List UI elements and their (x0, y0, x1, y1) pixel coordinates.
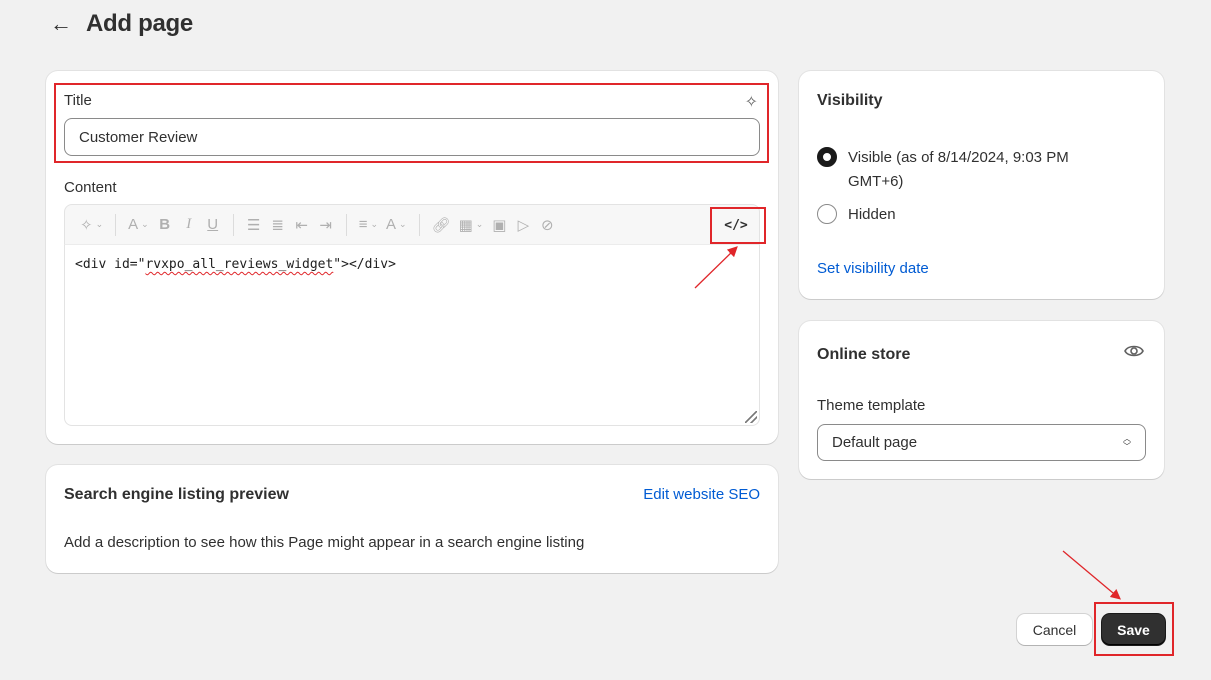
numbered-list-icon[interactable]: ≣ (267, 212, 289, 238)
theme-template-value: Default page (832, 434, 918, 451)
seo-description: Add a description to see how this Page m… (64, 534, 585, 551)
eye-icon[interactable] (1124, 343, 1144, 359)
online-store-heading: Online store (817, 346, 911, 363)
toolbar-divider (115, 213, 117, 236)
text-color-icon[interactable]: A ⌄ (125, 212, 152, 238)
visibility-card: Visibility Visible (as of 8/14/2024, 9:0… (799, 71, 1164, 299)
sparkle-icon[interactable]: ✧ ⌄ (77, 212, 106, 238)
radio-button[interactable] (817, 204, 837, 224)
video-icon[interactable]: ▷ (512, 212, 534, 238)
arrow-left-icon[interactable]: ← (50, 13, 72, 35)
resize-handle[interactable] (745, 411, 757, 423)
page-title: Add page (86, 10, 193, 37)
clear-format-icon[interactable]: ⊘ (536, 212, 558, 238)
title-input-value: Customer Review (79, 128, 198, 146)
sparkle-icon[interactable]: ✧ (745, 92, 758, 112)
toolbar-divider (232, 213, 234, 236)
toolbar-divider (418, 213, 420, 236)
code-icon[interactable]: </> (721, 212, 751, 238)
radio-hidden-label: Hidden (848, 206, 896, 223)
title-input[interactable]: Customer Review (64, 118, 760, 156)
content-label: Content (64, 179, 117, 196)
page-content-card: Title ✧ Customer Review Content ✧ ⌄ A ⌄ B … (46, 71, 778, 444)
image-icon[interactable]: ▣ (488, 212, 510, 238)
visibility-heading: Visibility (817, 92, 883, 109)
link-icon[interactable]: 🔗︎ (429, 212, 454, 238)
spellcheck-underline: rvxpo_all_reviews_widget (145, 257, 334, 272)
html-editor[interactable]: <div id="rvxpo_all_reviews_widget"></div… (64, 244, 760, 426)
theme-template-label: Theme template (817, 397, 926, 414)
arrow-to-save-button (1062, 550, 1121, 600)
radio-visible-label: Visible (as of 8/14/2024, 9:03 PM GMT+6) (848, 149, 1069, 190)
theme-template-select[interactable]: Default page ︿ ﹀ (817, 424, 1146, 461)
edit-seo-link[interactable]: Edit website SEO (643, 486, 760, 503)
outdent-icon[interactable]: ⇤ (291, 212, 313, 238)
seo-heading: Search engine listing preview (64, 486, 289, 503)
radio-button-checked[interactable] (817, 147, 837, 167)
seo-preview-card: Search engine listing preview Edit websi… (46, 465, 778, 573)
align-icon[interactable]: ≡ ⌄ (356, 212, 381, 238)
italic-icon[interactable]: I (178, 212, 200, 238)
title-label: Title (64, 92, 92, 109)
chevron-up-down-icon: ︿ ﹀ (1123, 433, 1131, 451)
editor-toolbar: ✧ ⌄ A ⌄ B I U ☰ ≣ ⇤ ⇥ ≡ ⌄ A ⌄ 🔗︎ ▦ ⌄ ▣ ▷ ⊘ </… (64, 204, 760, 244)
font-color-icon[interactable]: A ⌄ (383, 212, 410, 238)
bullet-list-icon[interactable]: ☰ (243, 212, 265, 238)
set-visibility-date-link[interactable]: Set visibility date (817, 260, 929, 277)
radio-visible[interactable]: Visible (as of 8/14/2024, 9:03 PM GMT+6) (817, 146, 1118, 194)
radio-hidden[interactable]: Hidden (817, 203, 1118, 227)
toolbar-divider (345, 213, 347, 236)
editor-code: <div id="rvxpo_all_reviews_widget"></div… (75, 257, 396, 272)
bold-icon[interactable]: B (154, 212, 176, 238)
save-button[interactable]: Save (1102, 614, 1165, 645)
underline-icon[interactable]: U (202, 212, 224, 238)
indent-icon[interactable]: ⇥ (315, 212, 337, 238)
page-header: ← Add page (50, 8, 193, 40)
cancel-button[interactable]: Cancel (1017, 614, 1092, 645)
table-icon[interactable]: ▦ ⌄ (456, 212, 487, 238)
online-store-card: Online store Theme template Default page… (799, 321, 1164, 479)
